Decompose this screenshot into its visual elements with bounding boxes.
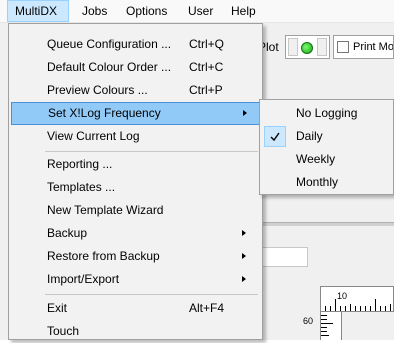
menu-item-shortcut: Alt+F4	[189, 301, 225, 315]
submenu-item-daily[interactable]: Daily	[262, 125, 393, 148]
ruler-tick	[335, 299, 336, 311]
submenu-arrow-icon	[243, 110, 247, 116]
menu-item-templates[interactable]: Templates ...	[11, 176, 260, 199]
checkmark-icon	[264, 126, 286, 147]
menu-separator	[45, 294, 258, 295]
menu-item-preview-colours[interactable]: Preview Colours ... Ctrl+P	[11, 79, 260, 102]
ruler-tick	[345, 306, 346, 311]
menu-user[interactable]: User	[181, 0, 220, 22]
submenu-arrow-icon	[242, 276, 246, 282]
submenu-item-label: Monthly	[296, 175, 339, 189]
menu-bar: MultiDX Jobs Options User Help	[0, 0, 394, 23]
ruler-tick	[321, 319, 327, 320]
submenu-item-monthly[interactable]: Monthly	[262, 171, 393, 194]
menu-item-label: Exit	[47, 301, 68, 315]
menu-jobs[interactable]: Jobs	[75, 0, 114, 22]
ruler-tick	[380, 306, 381, 311]
ruler-tick	[321, 327, 327, 328]
ruler-tick	[350, 304, 351, 311]
vertical-ruler	[320, 312, 342, 340]
menu-item-label: View Current Log	[47, 129, 140, 143]
indicator-segment-left	[288, 38, 298, 56]
menu-item-exit[interactable]: Exit Alt+F4	[11, 297, 260, 320]
ruler-v-label: 60	[303, 316, 314, 326]
menu-item-import-export[interactable]: Import/Export	[11, 268, 260, 291]
ruler-tick	[370, 306, 371, 311]
submenu-item-label: No Logging	[296, 106, 358, 120]
ruler-tick	[321, 331, 327, 332]
menu-item-set-xlog-frequency[interactable]: Set X!Log Frequency	[11, 102, 260, 125]
menu-item-label: Reporting ...	[47, 157, 113, 171]
menu-item-shortcut: Ctrl+P	[189, 83, 223, 97]
menu-separator	[45, 151, 258, 152]
ruler-h-label: 10	[337, 291, 348, 301]
ruler-tick	[340, 306, 341, 311]
menu-item-label: Preview Colours ...	[47, 83, 148, 97]
submenu-arrow-icon	[242, 230, 246, 236]
submenu-item-weekly[interactable]: Weekly	[262, 148, 393, 171]
ruler-tick	[375, 299, 376, 311]
ruler-tick	[321, 315, 327, 316]
submenu-arrow-icon	[242, 253, 246, 259]
print-mode-toggle[interactable]: Print Mode	[333, 35, 394, 59]
indicator-segment-right	[317, 38, 327, 56]
status-indicator	[285, 35, 330, 59]
menu-item-label: Default Colour Order ...	[47, 60, 172, 74]
ruler-tick	[321, 323, 333, 324]
print-mode-label: Print Mode	[353, 41, 394, 53]
menu-item-label: Templates ...	[47, 180, 116, 194]
ruler-tick	[330, 306, 331, 311]
green-led-icon	[301, 42, 313, 54]
print-mode-checkbox[interactable]	[337, 41, 349, 53]
ruler-tick	[365, 306, 366, 311]
panel-divider	[258, 222, 394, 226]
ruler-tick	[355, 306, 356, 311]
menu-item-view-current-log[interactable]: View Current Log	[11, 125, 260, 148]
submenu-item-label: Weekly	[296, 152, 336, 166]
ruler-tick	[321, 335, 329, 336]
menu-multidx[interactable]: MultiDX	[7, 0, 69, 22]
menu-item-queue-configuration[interactable]: Queue Configuration ... Ctrl+Q	[11, 33, 260, 56]
menu-item-label: Backup	[47, 226, 88, 240]
menu-item-shortcut: Ctrl+Q	[189, 37, 225, 51]
menu-item-new-template-wizard[interactable]: New Template Wizard	[11, 199, 260, 222]
menu-item-label: Set X!Log Frequency	[48, 106, 161, 120]
menu-item-restore-from-backup[interactable]: Restore from Backup	[11, 245, 260, 268]
submenu-item-label: Daily	[296, 129, 323, 143]
menu-item-label: Import/Export	[47, 272, 120, 286]
menu-item-label: Queue Configuration ...	[47, 37, 172, 51]
menu-options[interactable]: Options	[119, 0, 174, 22]
ruler-tick	[390, 304, 391, 311]
horizontal-ruler: 10	[320, 286, 394, 312]
ruler-tick	[325, 306, 326, 311]
menu-item-label: Restore from Backup	[47, 249, 160, 263]
submenu-item-no-logging[interactable]: No Logging	[262, 102, 393, 125]
menu-item-backup[interactable]: Backup	[11, 222, 260, 245]
multidx-dropdown-menu: Queue Configuration ... Ctrl+Q Default C…	[8, 23, 263, 340]
menu-item-default-colour-order[interactable]: Default Colour Order ... Ctrl+C	[11, 56, 260, 79]
menu-help[interactable]: Help	[224, 0, 263, 22]
background-input-field[interactable]	[258, 247, 308, 267]
menu-item-label: New Template Wizard	[47, 203, 164, 217]
menu-item-shortcut: Ctrl+C	[189, 60, 224, 74]
xlog-frequency-submenu: No Logging Daily Weekly Monthly	[259, 99, 394, 195]
ruler-tick	[385, 306, 386, 311]
menu-item-reporting[interactable]: Reporting ...	[11, 153, 260, 176]
ruler-tick	[360, 306, 361, 311]
